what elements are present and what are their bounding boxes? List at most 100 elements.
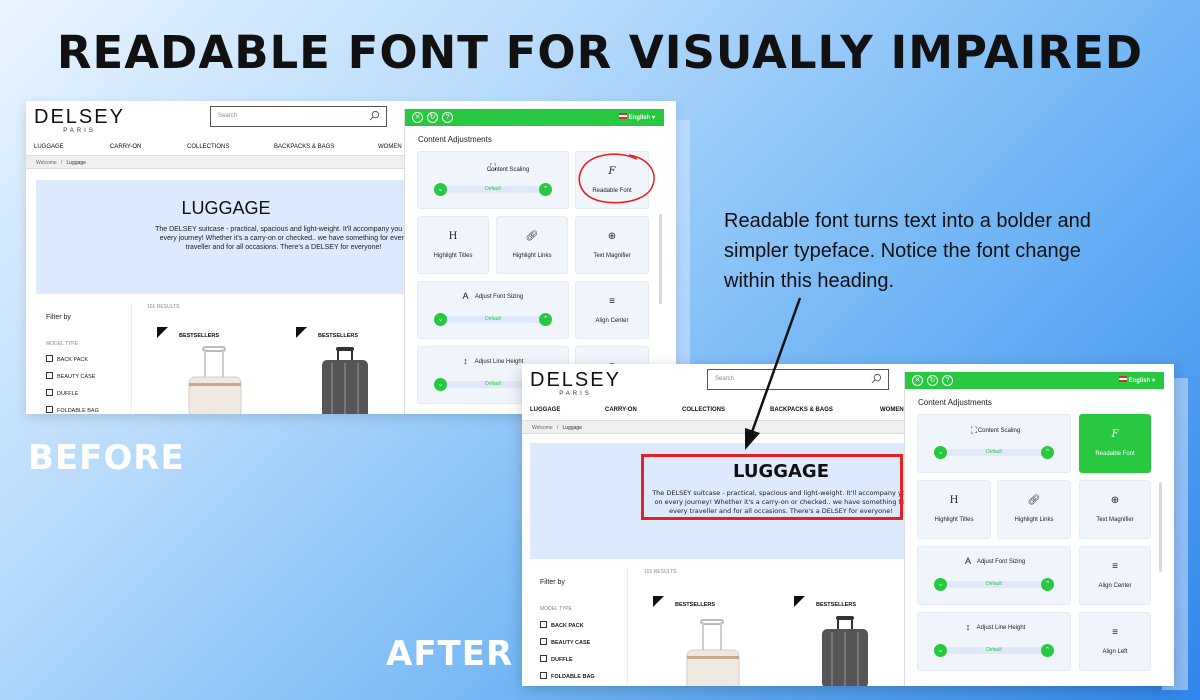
bestseller-tag-icon xyxy=(794,596,805,607)
tile-label: Highlight Links xyxy=(1014,517,1054,523)
filter-option[interactable]: BACK PACK xyxy=(540,621,584,629)
increase-button[interactable]: ⌃ xyxy=(1041,578,1054,591)
breadcrumb-home[interactable]: Welcome xyxy=(36,160,57,166)
decrease-button[interactable]: ⌄ xyxy=(434,313,447,326)
breadcrumb-home[interactable]: Welcome xyxy=(532,425,553,431)
highlight-titles-tile[interactable]: H Highlight Titles xyxy=(417,216,489,274)
readable-font-tile[interactable]: F Readable Font xyxy=(1079,414,1151,473)
product-card[interactable]: BESTSELLERS xyxy=(653,596,773,686)
filter-option[interactable]: FOLDABLE BAG xyxy=(46,406,99,414)
delsey-logo[interactable]: DELSEY PARIS xyxy=(530,370,621,397)
increase-button[interactable]: ⌃ xyxy=(1041,644,1054,657)
nav-backpacks-bags[interactable]: BACKPACKS & BAGS xyxy=(274,144,334,150)
reset-icon[interactable]: ↻ xyxy=(427,112,438,123)
widget-scrollbar[interactable] xyxy=(659,214,662,304)
decrease-button[interactable]: ⌄ xyxy=(934,578,947,591)
increase-button[interactable]: ⌃ xyxy=(539,183,552,196)
breadcrumb: Welcome / Luggage xyxy=(522,420,912,434)
search-placeholder: Search xyxy=(715,376,735,382)
checkbox[interactable] xyxy=(540,655,547,662)
brand-sub: PARIS xyxy=(559,391,592,397)
checkbox[interactable] xyxy=(46,389,53,396)
reset-icon[interactable]: ↻ xyxy=(927,375,938,386)
filter-option[interactable]: BACK PACK xyxy=(46,355,88,363)
filter-option[interactable]: DUFFLE xyxy=(46,389,78,397)
tile-label: Adjust Font Sizing xyxy=(474,294,524,300)
help-icon[interactable]: ? xyxy=(942,375,953,386)
readable-font-tile[interactable]: F Readable Font xyxy=(575,151,649,209)
search-icon[interactable] xyxy=(369,110,380,121)
checkbox[interactable] xyxy=(540,621,547,628)
highlight-links-tile[interactable]: 🔗︎ Highlight Links xyxy=(997,480,1071,539)
content-scaling-stepper: Default ⌄ ⌃ xyxy=(434,183,552,196)
text-magnifier-tile[interactable]: ⊕ Text Magnifier xyxy=(1079,480,1151,539)
nav-carry-on[interactable]: CARRY-ON xyxy=(605,407,637,413)
highlight-titles-tile[interactable]: H Highlight Titles xyxy=(917,480,991,539)
nav-collections[interactable]: COLLECTIONS xyxy=(187,144,229,150)
increase-button[interactable]: ⌃ xyxy=(1041,446,1054,459)
checkbox[interactable] xyxy=(46,355,53,362)
nav-backpacks-bags[interactable]: BACKPACKS & BAGS xyxy=(770,407,833,413)
filter-title: Filter by xyxy=(540,579,565,586)
checkbox[interactable] xyxy=(540,638,547,645)
nav-carry-on[interactable]: CARRY-ON xyxy=(110,144,141,150)
decrease-button[interactable]: ⌄ xyxy=(434,378,447,391)
breadcrumb-current: Luggage xyxy=(562,425,582,431)
nav-women[interactable]: WOMEN xyxy=(880,407,904,413)
align-center-tile[interactable]: ≡ Align Center xyxy=(1079,546,1151,605)
increase-button[interactable]: ⌃ xyxy=(539,313,552,326)
decrease-button[interactable]: ⌄ xyxy=(434,183,447,196)
language-selector[interactable]: English ▾ xyxy=(618,113,655,121)
product-card[interactable]: BESTSELLERS xyxy=(794,596,914,686)
checkbox[interactable] xyxy=(540,672,547,679)
search-input[interactable]: Search xyxy=(210,106,387,127)
nav-luggage[interactable]: LUGGAGE xyxy=(34,144,64,150)
search-placeholder: Search xyxy=(218,113,238,119)
decrease-button[interactable]: ⌄ xyxy=(934,446,947,459)
align-left-tile[interactable]: ≡ Align Left xyxy=(1079,612,1151,671)
product-card[interactable]: BESTSELLERS xyxy=(296,327,416,414)
nav-luggage[interactable]: LUGGAGE xyxy=(530,407,560,413)
nav-women[interactable]: WOMEN xyxy=(378,144,402,150)
product-tag: BESTSELLERS xyxy=(318,333,359,339)
help-icon[interactable]: ? xyxy=(442,112,453,123)
align-center-tile[interactable]: ≡ Align Center xyxy=(575,281,649,339)
white-suitcase-icon xyxy=(686,619,740,686)
hero-banner: LUGGAGE The DELSEY suitcase - practical,… xyxy=(36,180,416,294)
bestseller-tag-icon xyxy=(157,327,168,338)
filter-option[interactable]: BEAUTY CASE xyxy=(46,372,95,380)
close-icon[interactable]: ✕ xyxy=(412,112,423,123)
align-left-icon: ≡ xyxy=(1112,627,1118,638)
stepper-value: Default xyxy=(940,449,1048,456)
filter-option-label: BACK PACK xyxy=(551,623,584,629)
product-tag: BESTSELLERS xyxy=(675,602,716,608)
nav-collections[interactable]: COLLECTIONS xyxy=(682,407,725,413)
stepper-value: Default xyxy=(940,647,1048,654)
breadcrumb-current: Luggage xyxy=(66,160,86,166)
breadcrumb-sep: / xyxy=(60,160,63,166)
delsey-site: DELSEY PARIS Search LUGGAGE CARRY-ON COL… xyxy=(26,101,416,414)
decrease-button[interactable]: ⌄ xyxy=(934,644,947,657)
checkbox[interactable] xyxy=(46,372,53,379)
search-icon[interactable] xyxy=(871,373,882,384)
checkbox[interactable] xyxy=(46,406,53,413)
close-icon[interactable]: ✕ xyxy=(912,375,923,386)
stepper-value: Default xyxy=(440,186,546,193)
search-input[interactable]: Search xyxy=(707,369,889,390)
hero-text: The DELSEY suitcase - practical, spaciou… xyxy=(155,226,412,251)
filter-option[interactable]: DUFFLE xyxy=(540,655,573,663)
align-center-icon: ≡ xyxy=(1112,561,1118,572)
highlight-links-tile[interactable]: 🔗︎ Highlight Links xyxy=(496,216,568,274)
filter-option[interactable]: BEAUTY CASE xyxy=(540,638,590,646)
filter-option[interactable]: FOLDABLE BAG xyxy=(540,672,595,680)
widget-scrollbar[interactable] xyxy=(1159,482,1162,572)
accessibility-widget: ✕ ↻ ? English ▾ Content Adjustments ⛶ Co… xyxy=(904,372,1164,686)
model-type-label: MODEL TYPE xyxy=(46,341,78,347)
infographic: READABLE FONT FOR VISUALLY IMPAIRED DELS… xyxy=(0,0,1200,700)
hero-banner: LUGGAGE The DELSEY suitcase - practical,… xyxy=(530,443,912,559)
product-card[interactable]: BESTSELLERS xyxy=(157,327,277,414)
page-title: READABLE FONT FOR VISUALLY IMPAIRED xyxy=(56,26,1144,79)
language-selector[interactable]: English ▾ xyxy=(1118,376,1155,384)
delsey-logo[interactable]: DELSEY PARIS xyxy=(34,107,125,134)
text-magnifier-tile[interactable]: ⊕ Text Magnifier xyxy=(575,216,649,274)
